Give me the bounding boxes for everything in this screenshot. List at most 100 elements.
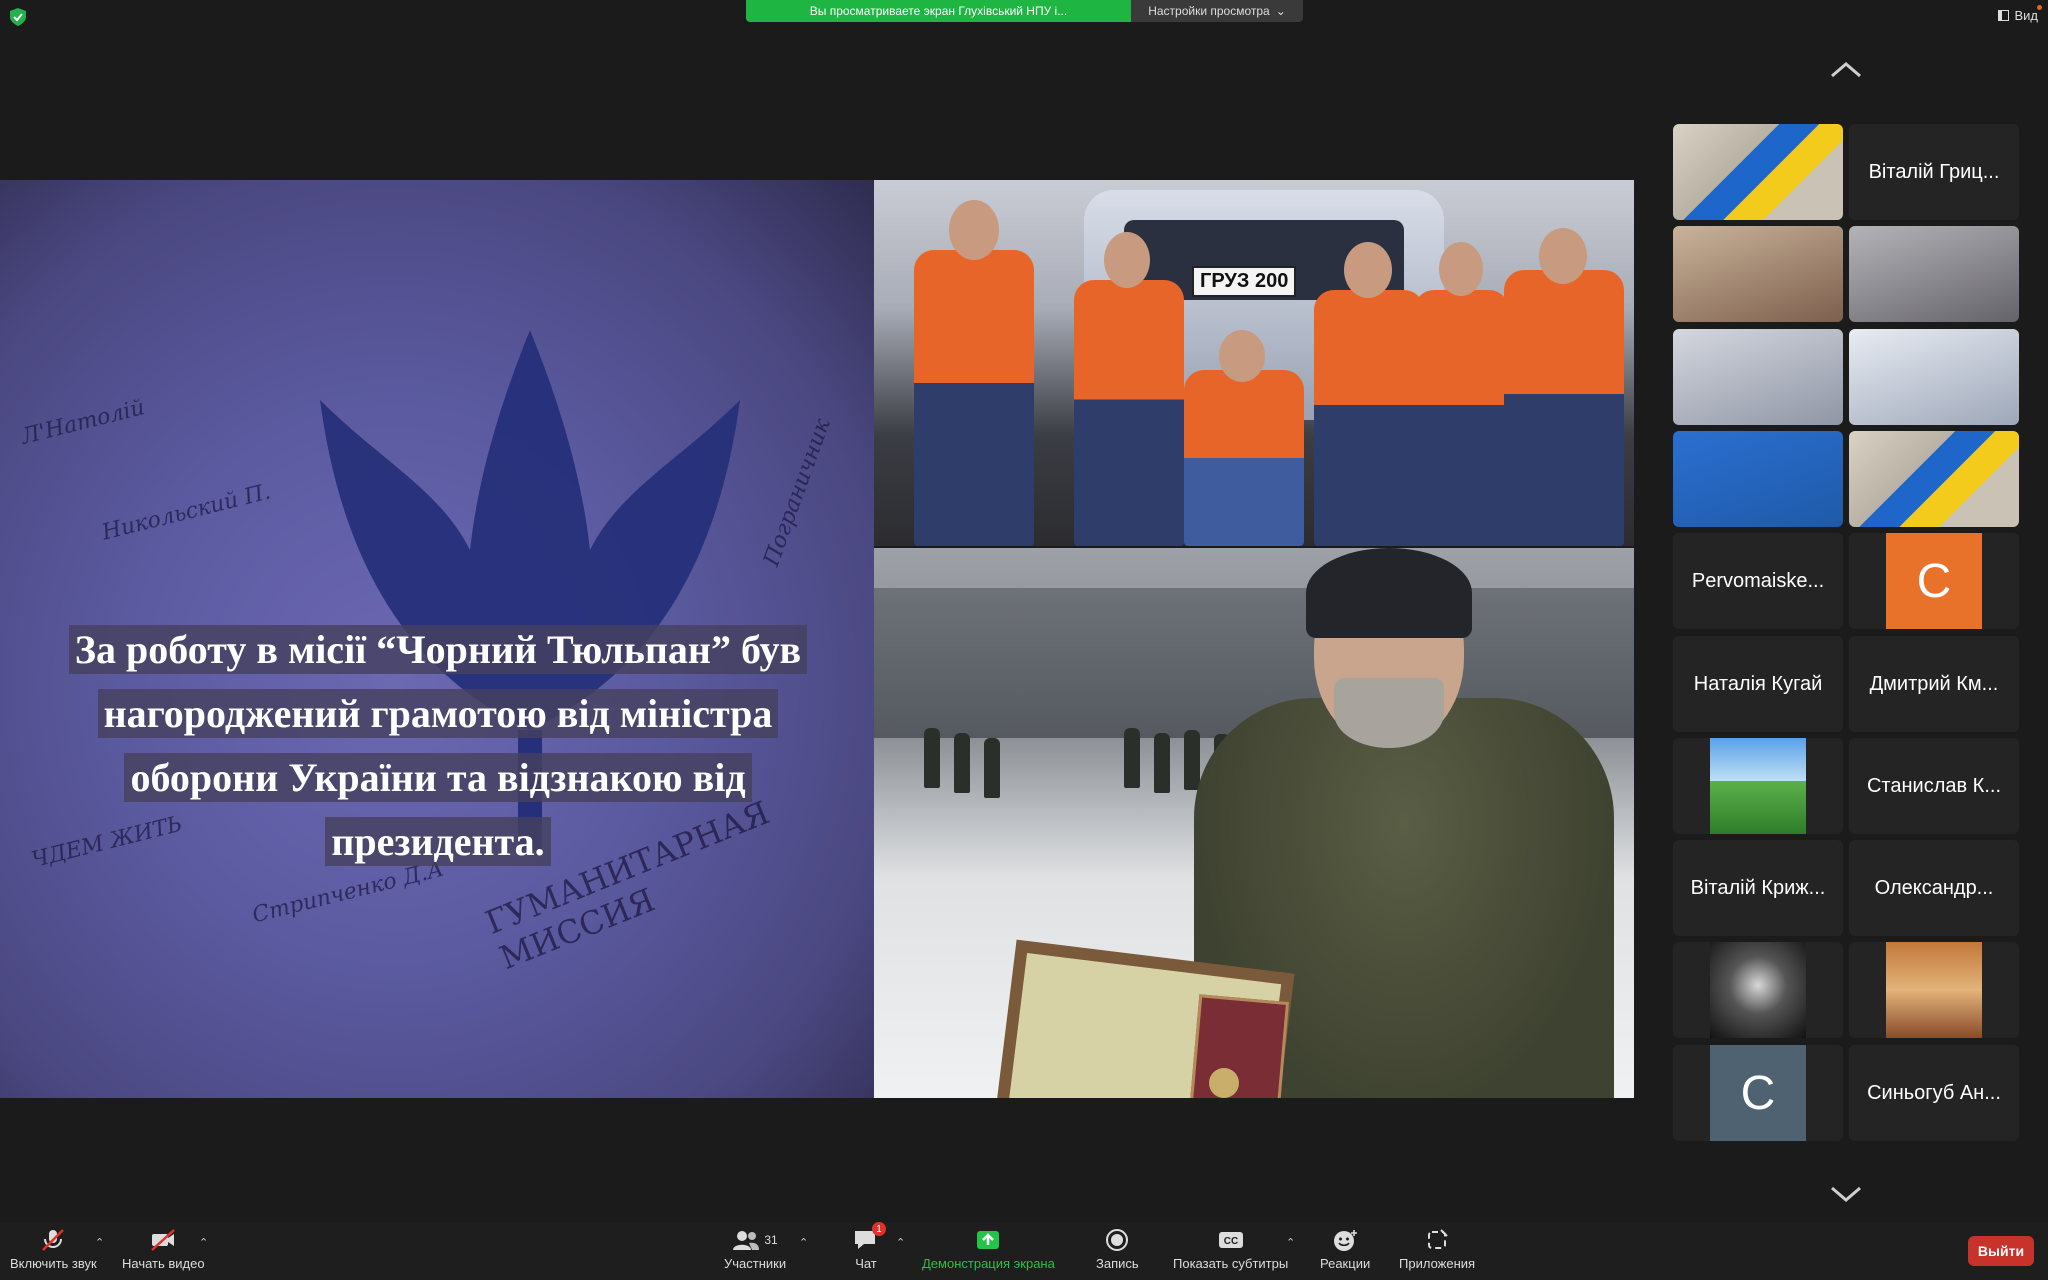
participants-button[interactable]: 31 Участники bbox=[724, 1228, 786, 1271]
meeting-toolbar: Включить звук ⌃ Начать видео ⌃ 31 Участн… bbox=[0, 1222, 2048, 1280]
svg-text:CC: CC bbox=[1223, 1236, 1237, 1247]
apps-icon bbox=[1428, 1229, 1448, 1249]
participant-video bbox=[1849, 431, 2019, 527]
participant-tile[interactable] bbox=[1849, 942, 2019, 1038]
participants-icon bbox=[733, 1231, 760, 1250]
participant-tile[interactable] bbox=[1673, 124, 1843, 220]
notification-dot bbox=[2037, 5, 2042, 10]
apps-label: Приложения bbox=[1399, 1256, 1476, 1271]
record-label: Запись bbox=[1096, 1256, 1139, 1271]
participant-video bbox=[1849, 329, 2019, 425]
microphone-muted-icon bbox=[42, 1229, 65, 1251]
video-options-caret-icon[interactable]: ⌃ bbox=[199, 1236, 208, 1249]
apps-button[interactable]: Приложения bbox=[1399, 1228, 1475, 1271]
reactions-label: Реакции bbox=[1320, 1256, 1371, 1271]
layout-icon bbox=[1998, 10, 2010, 21]
unmute-button[interactable]: Включить звук bbox=[10, 1228, 97, 1271]
share-screen-button[interactable]: Демонстрация экрана bbox=[922, 1228, 1055, 1271]
gallery-up-arrow-icon[interactable] bbox=[1830, 60, 1862, 80]
participant-tile[interactable] bbox=[1673, 942, 1843, 1038]
participant-tile[interactable]: Віталій Гриц... bbox=[1849, 124, 2019, 220]
participant-name: Станислав К... bbox=[1866, 774, 2001, 797]
unmute-label: Включить звук bbox=[10, 1256, 97, 1271]
screen-share-banner: Вы просматриваете экран Глухівський НПУ … bbox=[746, 0, 1303, 22]
caption-line-1: За роботу в місії “Чорний Тюльпан” був bbox=[68, 625, 808, 674]
participant-name: Віталій Криж... bbox=[1690, 876, 1826, 899]
caption-line-2: нагороджений грамотою від міністра bbox=[97, 689, 779, 738]
start-video-label: Начать видео bbox=[122, 1256, 205, 1271]
participant-tile[interactable] bbox=[1673, 738, 1843, 834]
audio-options-caret-icon[interactable]: ⌃ bbox=[95, 1236, 104, 1249]
chevron-down-icon: ⌄ bbox=[1275, 4, 1286, 18]
participant-name: Дмитрий Км... bbox=[1869, 672, 1999, 695]
participant-video bbox=[1673, 329, 1843, 425]
participant-profile-picture bbox=[1710, 942, 1806, 1038]
participant-tile[interactable]: Pervomaiske... bbox=[1673, 533, 1843, 629]
van-plate: ГРУЗ 200 bbox=[1192, 266, 1297, 297]
record-icon bbox=[1106, 1229, 1129, 1251]
participant-tile[interactable]: Станислав К... bbox=[1849, 738, 2019, 834]
chat-label: Чат bbox=[855, 1256, 877, 1271]
participant-name: Синьогуб Ан... bbox=[1867, 1081, 2001, 1104]
participant-video bbox=[1849, 226, 2019, 322]
chat-icon: 1 bbox=[852, 1222, 886, 1252]
volunteers-group-photo: ГРУЗ 200 bbox=[874, 180, 1634, 546]
closed-captions-icon: CC bbox=[1218, 1232, 1243, 1248]
subtitles-options-caret-icon[interactable]: ⌃ bbox=[1286, 1236, 1295, 1249]
participants-label: Участники bbox=[724, 1256, 787, 1271]
chat-options-caret-icon[interactable]: ⌃ bbox=[896, 1236, 905, 1249]
participant-tile[interactable] bbox=[1849, 329, 2019, 425]
participant-video bbox=[1673, 431, 1843, 527]
show-subtitles-label: Показать субтитры bbox=[1173, 1256, 1289, 1271]
participant-tile[interactable]: Синьогуб Ан... bbox=[1849, 1045, 2019, 1141]
participant-name: Pervomaiske... bbox=[1691, 569, 1825, 592]
participant-avatar-letter: C bbox=[1710, 1045, 1806, 1141]
participant-tile[interactable]: C bbox=[1673, 1045, 1843, 1141]
participant-tile[interactable] bbox=[1849, 226, 2019, 322]
participant-tile[interactable] bbox=[1673, 431, 1843, 527]
leave-button[interactable]: Выйти bbox=[1968, 1236, 2034, 1266]
chat-button[interactable]: 1 Чат bbox=[852, 1222, 886, 1271]
participant-tile[interactable]: Олександр... bbox=[1849, 840, 2019, 936]
view-options-button[interactable]: Настройки просмотра ⌄ bbox=[1131, 0, 1303, 22]
participant-tile[interactable] bbox=[1673, 226, 1843, 322]
participant-tile[interactable]: C bbox=[1849, 533, 2019, 629]
view-button[interactable]: Вид bbox=[1998, 5, 2042, 23]
chat-badge: 1 bbox=[872, 1222, 886, 1236]
participant-video bbox=[1673, 226, 1843, 322]
start-video-button[interactable]: Начать видео bbox=[122, 1228, 205, 1271]
record-button[interactable]: Запись bbox=[1096, 1228, 1139, 1271]
view-label: Вид bbox=[2014, 8, 2038, 23]
participant-tile[interactable]: Віталій Криж... bbox=[1673, 840, 1843, 936]
smiley-icon bbox=[1334, 1230, 1358, 1251]
caption-line-3: оборони України та відзнакою від bbox=[124, 753, 752, 802]
security-shield-icon[interactable] bbox=[10, 8, 26, 26]
participant-tile[interactable]: Дмитрий Км... bbox=[1849, 636, 2019, 732]
medal-case bbox=[1188, 994, 1290, 1098]
participant-video bbox=[1673, 124, 1843, 220]
award-photo bbox=[874, 548, 1634, 1098]
zoom-meeting-window: Вы просматриваете экран Глухівський НПУ … bbox=[0, 0, 2048, 1280]
shared-screen: Л'Натолiй Никольский П. ЧДЕМ ЖИТЬ Стрипч… bbox=[0, 180, 1634, 1098]
participant-tile[interactable] bbox=[1849, 431, 2019, 527]
participant-tile[interactable]: Наталія Кугай bbox=[1673, 636, 1843, 732]
video-camera-off-icon bbox=[151, 1229, 176, 1251]
view-options-label: Настройки просмотра bbox=[1148, 4, 1270, 18]
share-screen-label: Демонстрация экрана bbox=[922, 1256, 1055, 1271]
medal-icon bbox=[1209, 1068, 1239, 1098]
show-subtitles-button[interactable]: CC Показать субтитры bbox=[1173, 1228, 1288, 1271]
participant-profile-picture bbox=[1886, 942, 1982, 1038]
caption-line-4: президента. bbox=[325, 817, 551, 866]
participants-count: 31 bbox=[764, 1233, 778, 1247]
participants-options-caret-icon[interactable]: ⌃ bbox=[799, 1236, 808, 1249]
share-screen-icon bbox=[977, 1231, 1000, 1249]
participant-name: Олександр... bbox=[1874, 876, 1994, 899]
participant-avatar-letter: C bbox=[1886, 533, 1982, 629]
share-notice: Вы просматриваете экран Глухівський НПУ … bbox=[746, 0, 1131, 22]
participant-tile[interactable] bbox=[1673, 329, 1843, 425]
gallery-down-arrow-icon[interactable] bbox=[1830, 1184, 1862, 1204]
participant-name: Наталія Кугай bbox=[1693, 672, 1823, 695]
participant-name: Віталій Гриц... bbox=[1868, 160, 2000, 183]
slide-caption: За роботу в місії “Чорний Тюльпан” був н… bbox=[10, 618, 866, 874]
reactions-button[interactable]: Реакции bbox=[1320, 1228, 1370, 1271]
